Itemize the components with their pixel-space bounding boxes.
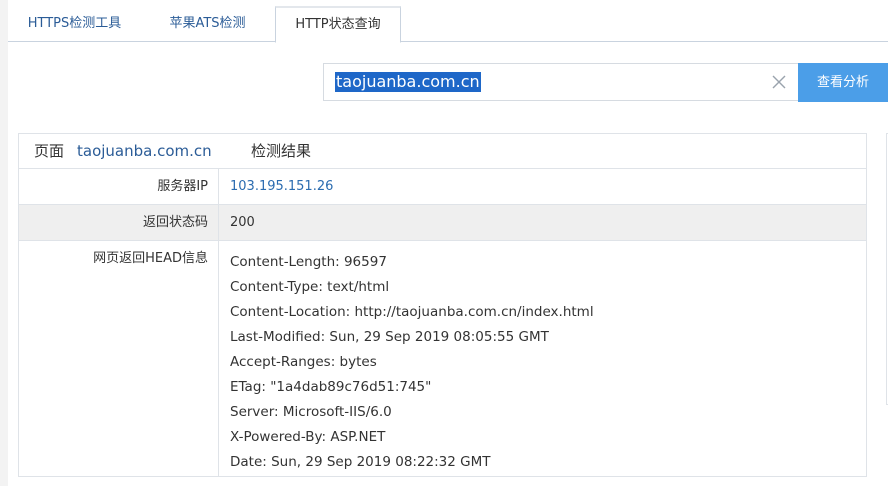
result-title: 页面 taojuanba.com.cn 检测结果 [19, 134, 866, 169]
tab-https-tool[interactable]: HTTPS检测工具 [8, 6, 141, 42]
tab-bar: HTTPS检测工具 苹果ATS检测 HTTP状态查询 [8, 0, 888, 43]
close-icon[interactable] [770, 73, 788, 91]
head-line: Date: Sun, 29 Sep 2019 08:22:32 GMT [230, 454, 491, 470]
result-title-prefix: 页面 [34, 142, 65, 160]
search-input[interactable]: taojuanba.com.cn [323, 63, 799, 101]
page: HTTPS检测工具 苹果ATS检测 HTTP状态查询 taojuanba.com… [8, 0, 888, 486]
head-line: Content-Length: 96597 [230, 254, 387, 270]
row-label-server-ip: 服务器IP [19, 169, 219, 204]
analyze-button[interactable]: 查看分析 [798, 63, 888, 102]
table-row-status-code: 返回状态码 200 [19, 205, 866, 241]
result-title-suffix: 检测结果 [251, 142, 312, 160]
tab-http-status[interactable]: HTTP状态查询 [275, 6, 401, 43]
server-ip-value[interactable]: 103.195.151.26 [230, 169, 333, 204]
result-title-domain[interactable]: taojuanba.com.cn [77, 134, 212, 169]
head-line: Last-Modified: Sun, 29 Sep 2019 08:05:55… [230, 329, 549, 345]
table-row-server-ip: 服务器IP 103.195.151.26 [19, 169, 866, 205]
head-line: Content-Type: text/html [230, 279, 390, 295]
search-input-value: taojuanba.com.cn [335, 72, 481, 92]
head-line: X-Powered-By: ASP.NET [230, 429, 386, 445]
head-info-list: Content-Length: 96597 Content-Type: text… [230, 250, 594, 475]
head-line: ETag: "1a4dab89c76d51:745" [230, 379, 432, 395]
table-row-head-info: 网页返回HEAD信息 Content-Length: 96597 Content… [19, 241, 866, 476]
search-row: taojuanba.com.cn 查看分析 [8, 43, 888, 123]
head-line: Content-Location: http://taojuanba.com.c… [230, 304, 594, 320]
result-panel: 页面 taojuanba.com.cn 检测结果 服务器IP 103.195.1… [18, 133, 867, 477]
head-line: Server: Microsoft-IIS/6.0 [230, 404, 392, 420]
status-code-value: 200 [230, 215, 255, 230]
head-line: Accept-Ranges: bytes [230, 354, 377, 370]
tab-ats-check[interactable]: 苹果ATS检测 [141, 6, 274, 42]
row-label-head-info: 网页返回HEAD信息 [19, 241, 219, 476]
row-label-status-code: 返回状态码 [19, 205, 219, 240]
